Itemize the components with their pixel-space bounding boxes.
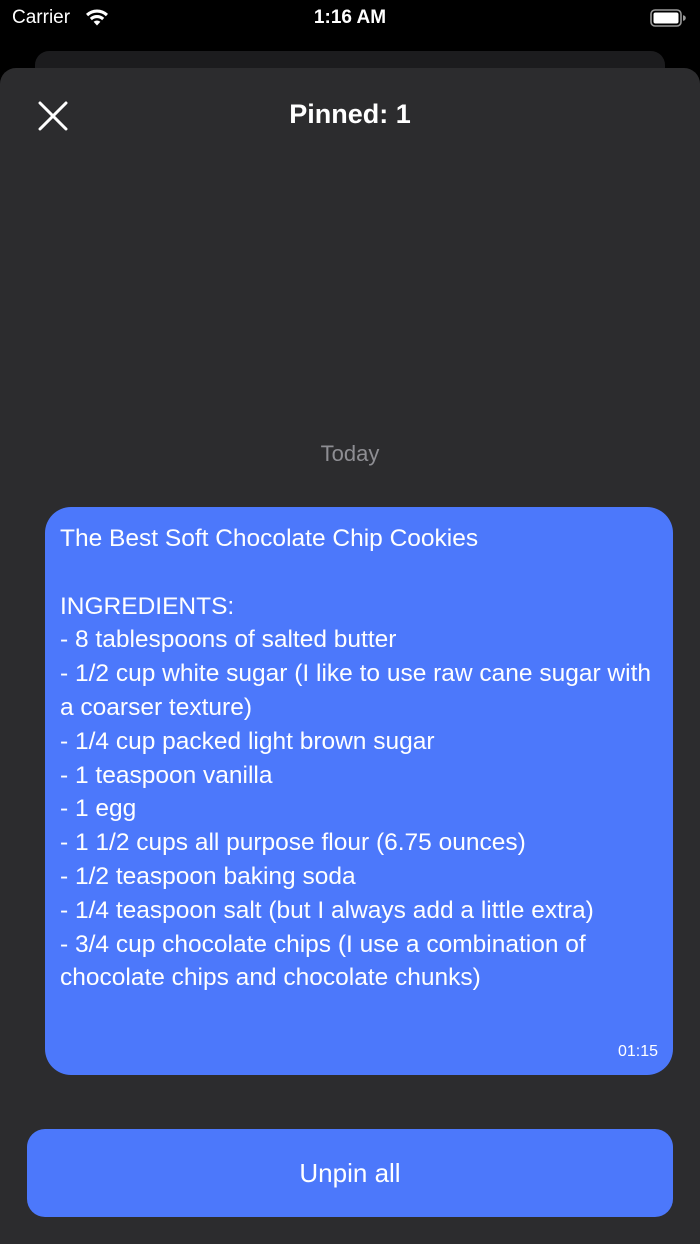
unpin-all-button[interactable]: Unpin all: [27, 1129, 673, 1217]
date-separator: Today: [320, 441, 380, 466]
status-bar: Carrier 1:16 AM: [0, 0, 700, 40]
message-text: The Best Soft Chocolate Chip Cookies ING…: [60, 525, 652, 992]
message-bubble[interactable]: The Best Soft Chocolate Chip Cookies ING…: [45, 507, 673, 1075]
message-timestamp: 01:15: [617, 1043, 658, 1060]
status-time: 1:16 AM: [313, 7, 387, 28]
battery-icon: [650, 9, 686, 27]
page-title: Pinned: 1: [289, 99, 411, 129]
